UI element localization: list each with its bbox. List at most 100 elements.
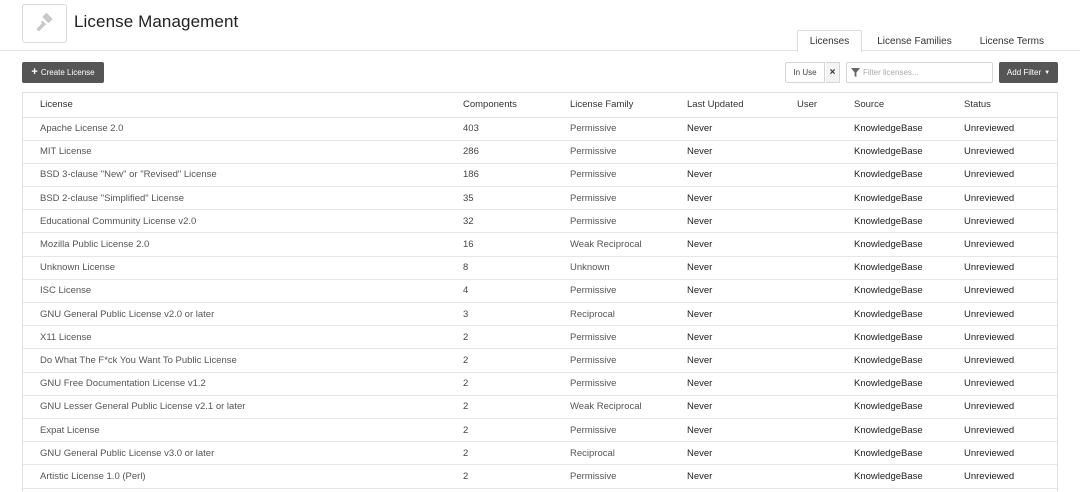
license-family-cell: Weak Reciprocal <box>553 232 670 257</box>
license-cell[interactable]: X11 License <box>23 325 446 350</box>
user-cell <box>780 117 837 141</box>
tab-bar: Licenses License Families License Terms <box>795 30 1057 52</box>
license-cell[interactable]: Mozilla Public License 2.0 <box>23 232 446 257</box>
status-cell: Unreviewed <box>947 256 1057 280</box>
source-cell: KnowledgeBase <box>837 140 947 164</box>
user-cell <box>780 395 837 419</box>
license-family-cell: Permissive <box>553 464 670 489</box>
table-row[interactable]: ISC License 4 Permissive Never KnowledgeBase… <box>23 279 1057 304</box>
status-cell: Unreviewed <box>947 325 1057 350</box>
components-cell: 403 <box>446 117 553 141</box>
user-cell <box>780 163 837 188</box>
table-row[interactable]: GNU General Public License v2.0 or later… <box>23 302 1057 327</box>
table-row[interactable]: Expat License 2 Permissive Never KnowledgeBa… <box>23 418 1057 443</box>
user-cell <box>780 279 837 304</box>
table-row[interactable]: Educational Community License v2.0 32 Perm… <box>23 209 1057 234</box>
tab-license-families[interactable]: License Families <box>864 30 964 52</box>
user-cell <box>780 348 837 373</box>
column-header-user[interactable]: User <box>780 93 837 118</box>
table-row[interactable]: Unknown License 8 Unknown Never KnowledgeBas… <box>23 256 1057 280</box>
table-row[interactable]: GNU Lesser General Public License v2.1 o… <box>23 395 1057 419</box>
table-row[interactable]: Mozilla Public License 2.0 16 Weak Recipro… <box>23 232 1057 257</box>
column-header-source[interactable]: Source <box>837 93 947 118</box>
table-row[interactable]: MIT License 286 Permissive Never KnowledgeBa… <box>23 140 1057 164</box>
status-cell: Unreviewed <box>947 302 1057 327</box>
license-family-cell: Permissive <box>553 140 670 164</box>
user-cell <box>780 256 837 280</box>
last-updated-cell: Never <box>670 325 780 350</box>
create-license-button[interactable]: + Create License <box>22 62 104 83</box>
table-row[interactable]: BSD 2-clause "Simplified" License 35 Permi… <box>23 186 1057 211</box>
column-header-license[interactable]: License <box>23 93 446 118</box>
components-cell: 2 <box>446 325 553 350</box>
last-updated-cell: Never <box>670 441 780 466</box>
column-header-license-family[interactable]: License Family <box>553 93 670 118</box>
last-updated-cell: Never <box>670 117 780 141</box>
last-updated-cell: Never <box>670 302 780 327</box>
create-license-label: Create License <box>40 68 95 77</box>
license-family-cell: Permissive <box>553 209 670 234</box>
table-row[interactable]: GNU General Public License v3.0 or later… <box>23 441 1057 466</box>
tab-license-terms[interactable]: License Terms <box>967 30 1057 52</box>
user-cell <box>780 302 837 327</box>
column-header-status[interactable]: Status <box>947 93 1057 118</box>
in-use-filter-chip[interactable]: In Use <box>785 62 825 83</box>
column-header-last-updated[interactable]: Last Updated <box>670 93 780 118</box>
licenses-table: License Components License Family Last U… <box>22 92 1058 492</box>
license-cell[interactable]: MIT License <box>23 140 446 164</box>
license-cell[interactable]: GNU General Public License v2.0 or later <box>23 302 446 327</box>
last-updated-cell: Never <box>670 348 780 373</box>
table-row[interactable]: Artistic License 1.0 (Perl) 2 Permissive Ne… <box>23 464 1057 489</box>
components-cell: 2 <box>446 441 553 466</box>
license-cell[interactable]: Expat License <box>23 418 446 443</box>
filter-licenses-input[interactable] <box>863 68 988 77</box>
license-cell[interactable]: ISC License <box>23 279 446 304</box>
license-family-cell: Permissive <box>553 418 670 443</box>
source-cell: KnowledgeBase <box>837 302 947 327</box>
plus-icon: + <box>31 66 38 78</box>
license-family-cell: Permissive <box>553 279 670 304</box>
tab-licenses[interactable]: Licenses <box>796 30 863 52</box>
last-updated-cell: Never <box>670 163 780 188</box>
license-cell[interactable]: GNU Free Documentation License v1.2 <box>23 372 446 396</box>
table-row[interactable]: Do What The F*ck You Want To Public Lice… <box>23 348 1057 373</box>
license-cell[interactable]: Apache License 2.0 <box>23 117 446 141</box>
last-updated-cell: Never <box>670 209 780 234</box>
license-cell[interactable]: Artistic License 1.0 (Perl) <box>23 464 446 489</box>
license-cell[interactable]: BSD 2-clause "Simplified" License <box>23 186 446 211</box>
source-cell: KnowledgeBase <box>837 325 947 350</box>
user-cell <box>780 232 837 257</box>
license-cell[interactable]: Do What The F*ck You Want To Public Lice… <box>23 348 446 373</box>
status-cell: Unreviewed <box>947 117 1057 141</box>
status-cell: Unreviewed <box>947 279 1057 304</box>
components-cell: 16 <box>446 232 553 257</box>
column-header-components[interactable]: Components <box>446 93 553 118</box>
table-row[interactable]: BSD 3-clause "New" or "Revised" License 1… <box>23 163 1057 188</box>
last-updated-cell: Never <box>670 232 780 257</box>
license-cell[interactable]: BSD 3-clause "New" or "Revised" License <box>23 163 446 188</box>
license-family-cell: Reciprocal <box>553 441 670 466</box>
clear-in-use-filter-button[interactable]: × <box>826 62 840 83</box>
license-cell[interactable]: Unknown License <box>23 256 446 280</box>
components-cell: 32 <box>446 209 553 234</box>
license-cell[interactable]: Educational Community License v2.0 <box>23 209 446 234</box>
license-family-cell: Permissive <box>553 348 670 373</box>
status-cell: Unreviewed <box>947 140 1057 164</box>
components-cell: 186 <box>446 163 553 188</box>
funnel-icon <box>851 64 860 82</box>
source-cell: KnowledgeBase <box>837 418 947 443</box>
table-row[interactable]: GNU Free Documentation License v1.2 2 Perm… <box>23 372 1057 396</box>
user-cell <box>780 209 837 234</box>
user-cell <box>780 464 837 489</box>
table-row[interactable]: Apache License 2.0 403 Permissive Never Know… <box>23 117 1057 141</box>
last-updated-cell: Never <box>670 279 780 304</box>
status-cell: Unreviewed <box>947 186 1057 211</box>
last-updated-cell: Never <box>670 464 780 489</box>
license-cell[interactable]: GNU Lesser General Public License v2.1 o… <box>23 395 446 419</box>
add-filter-button[interactable]: Add Filter ▼ <box>999 62 1058 83</box>
source-cell: KnowledgeBase <box>837 372 947 396</box>
license-cell[interactable]: GNU General Public License v3.0 or later <box>23 441 446 466</box>
components-cell: 2 <box>446 418 553 443</box>
last-updated-cell: Never <box>670 418 780 443</box>
table-row[interactable]: X11 License 2 Permissive Never KnowledgeBase… <box>23 325 1057 350</box>
